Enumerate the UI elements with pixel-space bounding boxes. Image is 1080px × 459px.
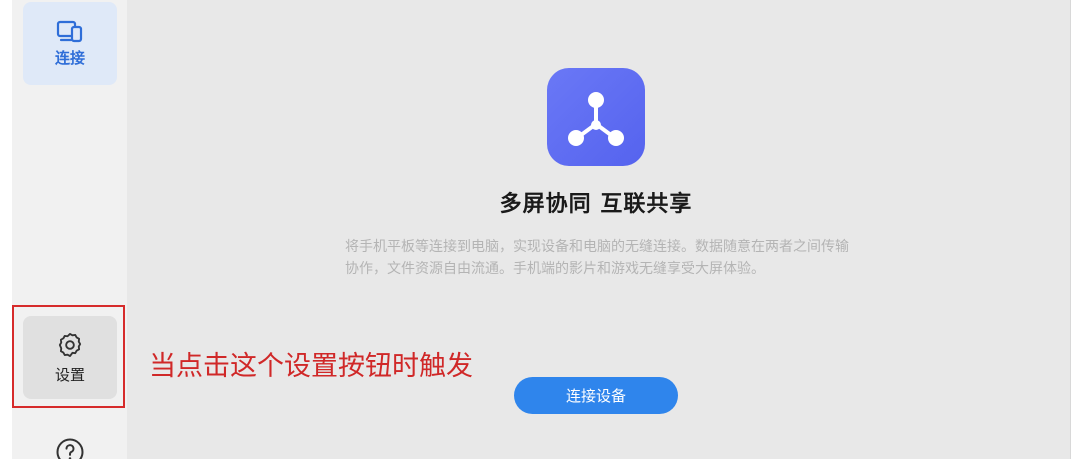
app-window: 连接 设置 多屏协同 互联共享 将手机平板等连接到电脑，实现设备和电脑的无缝连接… (0, 0, 1080, 459)
main-panel: 多屏协同 互联共享 将手机平板等连接到电脑，实现设备和电脑的无缝连接。数据随意在… (127, 0, 1070, 459)
share-network-icon (547, 68, 645, 166)
annotation-text: 当点击这个设置按钮时触发 (149, 351, 473, 382)
help-icon (55, 437, 85, 459)
sidebar-item-help[interactable] (23, 428, 117, 459)
sidebar-item-connect[interactable]: 连接 (23, 2, 117, 85)
devices-icon (56, 19, 84, 43)
sidebar: 连接 设置 (12, 0, 127, 459)
sidebar-item-label: 设置 (54, 365, 85, 384)
gear-icon (56, 331, 84, 359)
sidebar-item-settings[interactable]: 设置 (23, 316, 117, 399)
sidebar-item-label: 连接 (54, 49, 85, 67)
window-edge-right (1070, 0, 1080, 459)
window-edge-left (0, 0, 12, 459)
connect-device-button[interactable]: 连接设备 (514, 377, 678, 414)
page-title: 多屏协同 互联共享 (499, 192, 693, 217)
feature-description: 将手机平板等连接到电脑，实现设备和电脑的无缝连接。数据随意在两者之间传输协作，文… (345, 239, 849, 277)
